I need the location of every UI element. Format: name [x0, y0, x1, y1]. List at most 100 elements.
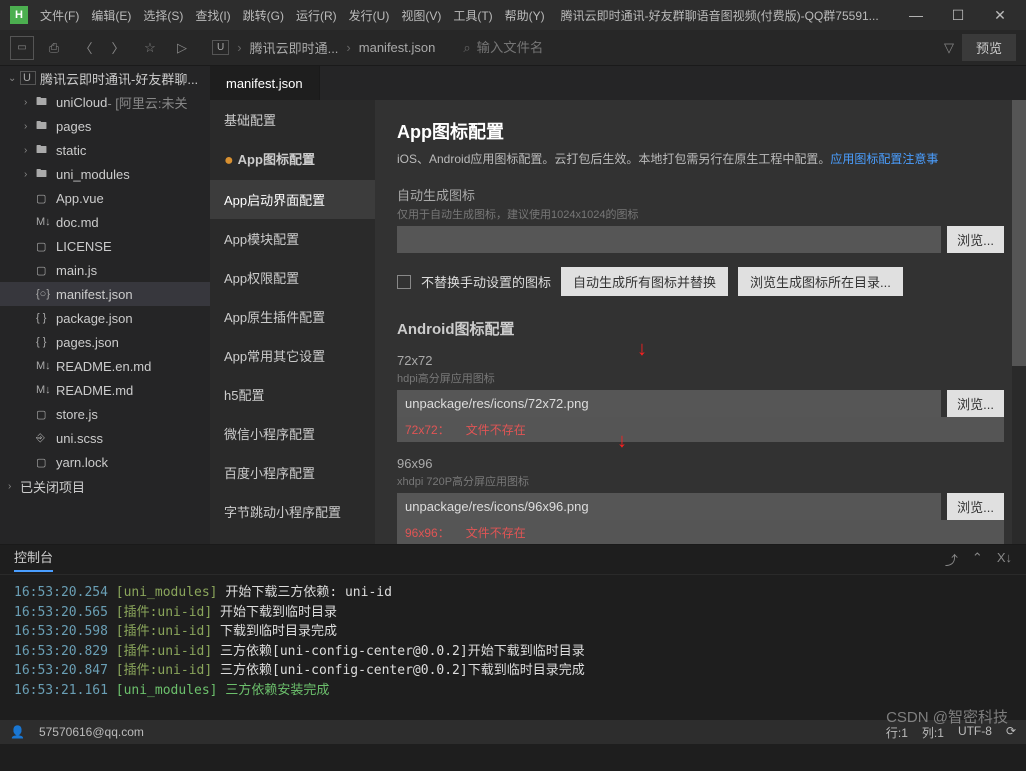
folder-pages[interactable]: ›🖿pages: [0, 114, 210, 138]
search-icon: ⌕: [463, 40, 470, 56]
icon96-input[interactable]: [397, 493, 941, 520]
forward-icon[interactable]: 〉: [106, 36, 130, 60]
log-line: 16:53:20.847 [插件:uni-id] 三方依赖[uni-config…: [14, 661, 1012, 681]
maximize-icon[interactable]: ☐: [946, 7, 970, 24]
menu-view[interactable]: 视图(V): [395, 7, 447, 24]
project-root[interactable]: ⌄U腾讯云即时通讯-好友群聊...: [0, 66, 210, 90]
file-pages-json[interactable]: { }pages.json: [0, 330, 210, 354]
auto-gen-hint: 仅用于自动生成图标，建议使用1024x1024的图标: [397, 206, 1004, 222]
file-explorer: ⌄U腾讯云即时通讯-好友群聊... ›🖿uniCloud - [阿里云:未关 ›…: [0, 66, 210, 544]
status-line: 行:1: [886, 724, 908, 741]
file-app-vue[interactable]: ▢App.vue: [0, 186, 210, 210]
browse-dir-button[interactable]: 浏览生成图标所在目录...: [738, 267, 903, 296]
editor-tabs: manifest.json: [210, 66, 1026, 100]
icon72-size: 72x72: [397, 353, 1004, 368]
search-input[interactable]: [477, 40, 677, 55]
menu-run[interactable]: 运行(R): [290, 7, 343, 24]
icon72-input[interactable]: [397, 390, 941, 417]
preview-button[interactable]: 预览: [962, 34, 1016, 61]
folder-unicloud[interactable]: ›🖿uniCloud - [阿里云:未关: [0, 90, 210, 114]
content-scrollbar[interactable]: [1012, 100, 1026, 544]
console-panel: 控制台 ⤴ ⌃ X↓ 16:53:20.254 [uni_modules] 开始…: [0, 544, 1026, 720]
file-main-js[interactable]: ▢main.js: [0, 258, 210, 282]
icon96-browse[interactable]: 浏览...: [947, 493, 1004, 520]
minimize-icon[interactable]: —: [904, 7, 928, 23]
file-doc-md[interactable]: M↓doc.md: [0, 210, 210, 234]
nav-app-other[interactable]: App常用其它设置: [210, 336, 375, 375]
file-uni-scss[interactable]: ⎆uni.scss: [0, 426, 210, 450]
nav-wechat[interactable]: 微信小程序配置: [210, 414, 375, 453]
console-tab[interactable]: 控制台: [14, 547, 53, 572]
titlebar: H 文件(F) 编辑(E) 选择(S) 查找(I) 跳转(G) 运行(R) 发行…: [0, 0, 1026, 30]
menu-tools[interactable]: 工具(T): [447, 7, 498, 24]
icon96-error: 96x96：文件不存在: [397, 520, 1004, 544]
console-output[interactable]: 16:53:20.254 [uni_modules] 开始下载三方依赖: uni…: [0, 575, 1026, 720]
tab-manifest[interactable]: manifest.json: [210, 66, 320, 100]
file-readme[interactable]: M↓README.md: [0, 378, 210, 402]
menu-help[interactable]: 帮助(Y): [499, 7, 551, 24]
no-replace-checkbox[interactable]: [397, 275, 411, 289]
doc-link[interactable]: 应用图标配置注意事: [830, 152, 938, 166]
file-manifest-json[interactable]: {○}manifest.json: [0, 282, 210, 306]
log-line: 16:53:20.565 [插件:uni-id] 开始下载到临时目录: [14, 603, 1012, 623]
nav-app-module[interactable]: App模块配置: [210, 219, 375, 258]
icon96-size: 96x96: [397, 456, 1004, 471]
icon72-browse[interactable]: 浏览...: [947, 390, 1004, 417]
nav-app-permission[interactable]: App权限配置: [210, 258, 375, 297]
sync-icon[interactable]: ⟳: [1006, 724, 1016, 741]
browse-button[interactable]: 浏览...: [947, 226, 1004, 253]
icon72-error: 72x72：文件不存在: [397, 417, 1004, 442]
file-readme-en[interactable]: M↓README.en.md: [0, 354, 210, 378]
breadcrumb: U › 腾讯云即时通... › manifest.json: [212, 38, 435, 57]
gen-all-button[interactable]: 自动生成所有图标并替换: [561, 267, 728, 296]
menu-file[interactable]: 文件(F): [34, 7, 85, 24]
file-package-json[interactable]: { }package.json: [0, 306, 210, 330]
log-line: 16:53:20.829 [插件:uni-id] 三方依赖[uni-config…: [14, 642, 1012, 662]
editor: manifest.json 基础配置 App图标配置 App启动界面配置 App…: [210, 66, 1026, 544]
collapse-icon[interactable]: ⌃: [972, 550, 983, 569]
status-encoding: UTF-8: [958, 724, 992, 741]
content-panel: App图标配置 iOS、Android应用图标配置。云打包后生效。本地打包需另行…: [375, 100, 1026, 544]
close-console-icon[interactable]: X↓: [997, 550, 1012, 569]
toolbar: ▭ ⎙ 〈 〉 ☆ ▷ U › 腾讯云即时通... › manifest.jso…: [0, 30, 1026, 66]
back-icon[interactable]: 〈: [74, 36, 98, 60]
close-icon[interactable]: ✕: [988, 7, 1012, 24]
nav-baidu[interactable]: 百度小程序配置: [210, 453, 375, 492]
export-icon[interactable]: ⤴: [945, 550, 958, 569]
folder-static[interactable]: ›🖿static: [0, 138, 210, 162]
nav-app-splash[interactable]: App启动界面配置: [210, 180, 375, 219]
user-icon: 👤: [10, 725, 25, 739]
run-icon[interactable]: ▷: [170, 36, 194, 60]
file-yarn-lock[interactable]: ▢yarn.lock: [0, 450, 210, 474]
app-logo: H: [10, 6, 28, 24]
status-user[interactable]: 57570616@qq.com: [39, 725, 144, 739]
nav-bytedance[interactable]: 字节跳动小程序配置: [210, 492, 375, 531]
page-title: App图标配置: [397, 118, 1004, 144]
filter-icon[interactable]: ▽: [944, 40, 954, 56]
nav-basic[interactable]: 基础配置: [210, 100, 375, 139]
app-icon: U: [212, 40, 229, 55]
folder-uni-modules[interactable]: ›🖿uni_modules: [0, 162, 210, 186]
menu-goto[interactable]: 跳转(G): [237, 7, 290, 24]
save-icon[interactable]: ⎙: [42, 36, 66, 60]
status-col: 列:1: [922, 724, 944, 741]
new-file-icon[interactable]: ▭: [10, 36, 34, 60]
nav-app-icon[interactable]: App图标配置: [210, 139, 375, 180]
crumb-file[interactable]: manifest.json: [359, 40, 436, 55]
closed-projects[interactable]: ›已关闭项目: [0, 474, 210, 498]
auto-gen-label: 自动生成图标: [397, 185, 1004, 204]
star-icon[interactable]: ☆: [138, 36, 162, 60]
file-store-js[interactable]: ▢store.js: [0, 402, 210, 426]
crumb-project[interactable]: 腾讯云即时通...: [250, 38, 339, 57]
menu-select[interactable]: 选择(S): [137, 7, 189, 24]
file-license[interactable]: ▢LICENSE: [0, 234, 210, 258]
auto-gen-input[interactable]: [397, 226, 941, 253]
menu-publish[interactable]: 发行(U): [343, 7, 396, 24]
nav-h5[interactable]: h5配置: [210, 375, 375, 414]
nav-app-native[interactable]: App原生插件配置: [210, 297, 375, 336]
menu-edit[interactable]: 编辑(E): [85, 7, 137, 24]
menu-find[interactable]: 查找(I): [189, 7, 236, 24]
log-line: 16:53:20.254 [uni_modules] 开始下载三方依赖: uni…: [14, 583, 1012, 603]
icon72-hint: hdpi高分屏应用图标: [397, 370, 1004, 386]
manifest-nav: 基础配置 App图标配置 App启动界面配置 App模块配置 App权限配置 A…: [210, 100, 375, 544]
